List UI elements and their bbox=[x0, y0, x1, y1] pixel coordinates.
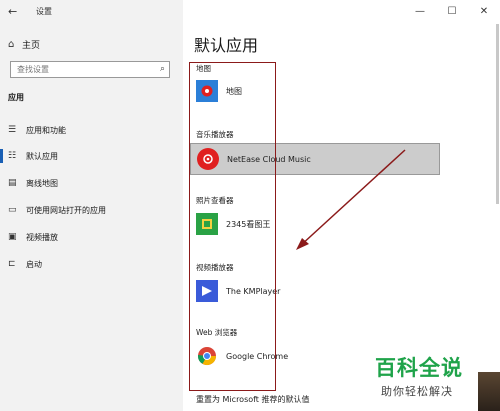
watermark-subtitle: 助你轻松解决 bbox=[381, 385, 453, 398]
watermark-title: 百科全说 bbox=[375, 356, 463, 380]
annotation-arrow bbox=[296, 149, 406, 250]
avatar bbox=[478, 372, 500, 411]
